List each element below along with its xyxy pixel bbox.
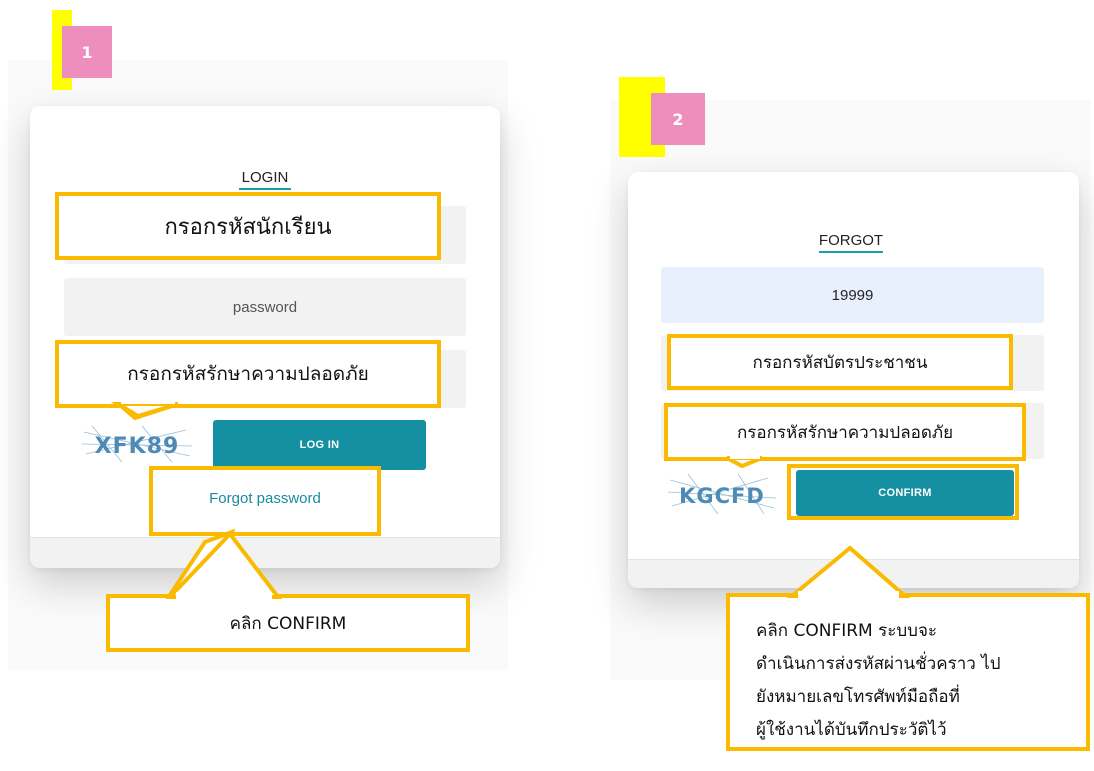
step2-note-pointer-svg	[786, 545, 911, 599]
